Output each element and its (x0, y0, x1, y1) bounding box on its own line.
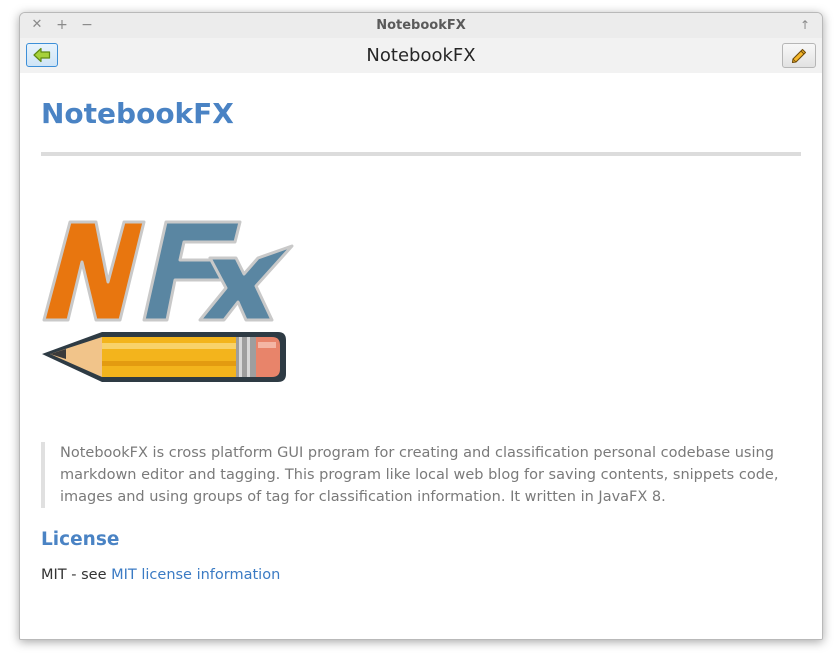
license-prefix: MIT - see (41, 567, 112, 583)
license-heading: License (41, 529, 120, 550)
title-divider (41, 152, 801, 156)
edit-button[interactable] (782, 43, 816, 68)
pin-window-icon[interactable]: ↑ (796, 16, 814, 34)
nfx-logo-image (42, 220, 294, 382)
window-title: NotebookFX (376, 18, 466, 33)
document-title: NotebookFX (41, 97, 234, 130)
license-text: MIT - see MIT license information (41, 567, 280, 583)
title-bar: ✕ + − NotebookFX ↑ (20, 13, 822, 38)
app-window: ✕ + − NotebookFX ↑ NotebookFX NotebookFX (19, 12, 823, 640)
toolbar (20, 38, 822, 74)
pencil-icon (791, 48, 807, 63)
back-arrow-icon (33, 47, 51, 63)
back-button[interactable] (26, 43, 58, 67)
document-view[interactable]: NotebookFX NotebookFX is cross platform … (20, 73, 822, 639)
mit-license-link[interactable]: MIT license information (111, 567, 280, 583)
description-blockquote: NotebookFX is cross platform GUI program… (41, 442, 790, 508)
